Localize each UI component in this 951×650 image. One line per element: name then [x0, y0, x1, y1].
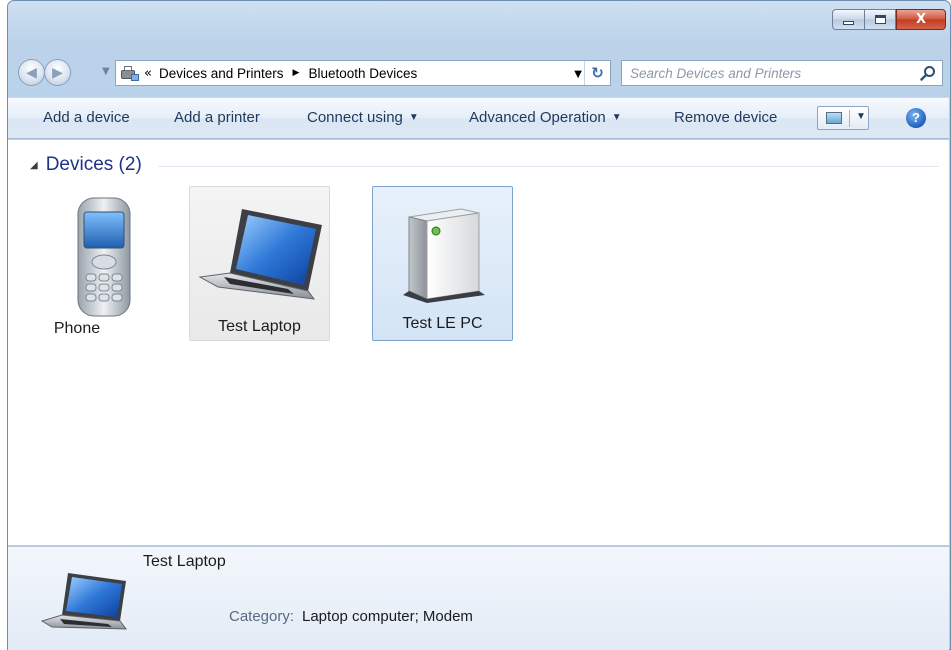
search-icon[interactable] [920, 65, 936, 81]
advanced-operation-button[interactable]: Advanced Operation ▼ [469, 109, 622, 126]
view-picture-icon [826, 112, 842, 124]
close-button[interactable]: X [896, 9, 946, 30]
close-icon: X [915, 12, 927, 27]
group-title: Devices (2) [45, 154, 142, 175]
chevron-down-icon: ▼ [611, 112, 622, 123]
pc-tower-icon [403, 208, 485, 303]
search-placeholder: Search Devices and Printers [630, 65, 802, 81]
remove-device-button[interactable]: Remove device [674, 109, 777, 126]
connect-using-button[interactable]: Connect using ▼ [307, 109, 419, 126]
back-arrow-icon: ◀ [26, 64, 37, 81]
group-header-devices[interactable]: ◢ Devices (2) [30, 154, 142, 176]
chevron-down-icon: ▼ [408, 112, 419, 123]
details-device-name: Test Laptop [143, 553, 226, 570]
maximize-button[interactable] [864, 9, 896, 30]
devices-view: ◢ Devices (2) Phone Test Laptop Test LE … [8, 140, 949, 545]
refresh-icon: ↻ [591, 64, 604, 82]
navigation-bar: ◀ ▶ ▼ « Devices and Printers ▶ Bluetooth… [16, 58, 943, 88]
maximize-icon [874, 15, 886, 24]
details-category-value: Laptop computer; Modem [302, 608, 473, 625]
address-bar[interactable]: « Devices and Printers ▶ Bluetooth Devic… [115, 60, 611, 86]
laptop-icon [40, 573, 128, 630]
address-history-dropdown[interactable]: ▼ [574, 69, 582, 80]
group-divider [158, 166, 939, 167]
breadcrumb-bluetooth-devices[interactable]: Bluetooth Devices [305, 66, 420, 81]
forward-button[interactable]: ▶ [44, 59, 71, 86]
refresh-button[interactable]: ↻ [584, 61, 610, 85]
command-bar: Add a device Add a printer Connect using… [8, 97, 949, 139]
minimize-icon [843, 20, 854, 25]
connect-using-label: Connect using [307, 109, 403, 126]
help-icon: ? [912, 110, 920, 125]
breadcrumb-chevron-icon[interactable]: ▶ [293, 68, 300, 78]
phone-icon [77, 197, 131, 317]
devices-and-printers-icon [120, 65, 140, 81]
back-button[interactable]: ◀ [18, 59, 45, 86]
device-label: Phone [53, 320, 101, 337]
search-input[interactable]: Search Devices and Printers [621, 60, 943, 86]
minimize-button[interactable] [832, 9, 864, 30]
breadcrumb-overflow[interactable]: « [144, 66, 152, 81]
chevron-down-icon[interactable]: ▼ [856, 111, 866, 122]
recent-pages-dropdown[interactable]: ▼ [102, 66, 110, 77]
device-label: Test Laptop [218, 318, 301, 335]
device-test-laptop[interactable]: Test Laptop [189, 186, 330, 341]
forward-arrow-icon: ▶ [52, 64, 63, 81]
breadcrumb-devices-and-printers[interactable]: Devices and Printers [156, 66, 287, 81]
collapse-triangle-icon[interactable]: ◢ [30, 160, 38, 171]
device-phone[interactable]: Phone [38, 192, 148, 342]
add-device-button[interactable]: Add a device [43, 109, 130, 126]
details-category-label: Category: [229, 608, 295, 625]
laptop-icon [198, 209, 322, 300]
device-test-le-pc[interactable]: Test LE PC [372, 186, 513, 341]
device-label: Test LE PC [402, 315, 483, 332]
advanced-operation-label: Advanced Operation [469, 109, 606, 126]
details-pane: Test Laptop Category: Laptop computer; M… [8, 546, 949, 650]
title-bar-buttons: X [832, 9, 946, 30]
help-button[interactable]: ? [906, 108, 926, 128]
change-view-button[interactable]: ▼ [817, 106, 869, 130]
add-printer-button[interactable]: Add a printer [174, 109, 260, 126]
